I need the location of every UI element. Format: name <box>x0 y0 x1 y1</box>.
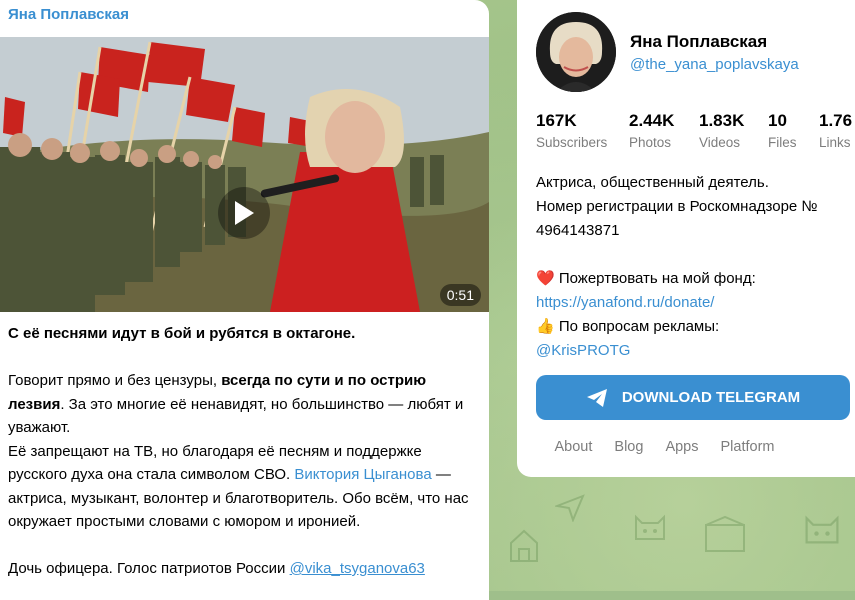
post-paragraph-3: Дочь офицера. Голос патриотов России @vi… <box>8 560 425 577</box>
post-video[interactable]: 0:51 <box>0 37 489 312</box>
footer-about-link[interactable]: About <box>555 439 593 455</box>
post-username-link[interactable]: @vika_tsyganova63 <box>290 560 425 577</box>
channel-post: Яна Поплавская 0:51 С её песнями идут в … <box>0 0 489 600</box>
avatar-portrait <box>536 12 616 92</box>
download-telegram-button[interactable]: DOWNLOAD TELEGRAM <box>536 375 850 420</box>
play-button[interactable] <box>218 187 270 239</box>
channel-handle-link[interactable]: @the_yana_poplavskaya <box>630 56 799 73</box>
post-text: С её песнями идут в бой и рубятся в окта… <box>8 322 478 581</box>
donate-link[interactable]: https://yanafond.ru/donate/ <box>536 294 714 311</box>
background-doodle-house-icon <box>510 529 538 562</box>
background-doodle-box-icon <box>705 515 745 552</box>
channel-description: Актриса, общественный деятель. Номер рег… <box>536 174 818 359</box>
channel-stats: 167K Subscribers 2.44K Photos 1.83K Vide… <box>536 111 855 150</box>
background-doodle-plane-icon <box>555 494 585 522</box>
stat-subscribers[interactable]: 167K Subscribers <box>536 111 629 150</box>
footer-platform-link[interactable]: Platform <box>721 439 775 455</box>
video-duration: 0:51 <box>439 284 481 306</box>
ads-contact-link[interactable]: @KrisPROTG <box>536 342 630 359</box>
footer-links: About Blog Apps Platform <box>517 439 855 455</box>
footer-apps-link[interactable]: Apps <box>665 439 698 455</box>
background-doodle-cat-icon <box>635 514 665 540</box>
heart-emoji-icon: ❤️ <box>536 270 555 287</box>
telegram-plane-icon <box>586 388 607 407</box>
post-headline: С её песнями идут в бой и рубятся в окта… <box>8 325 356 342</box>
stat-files[interactable]: 10 Files <box>768 111 819 150</box>
post-author-name[interactable]: Яна Поплавская <box>8 6 129 23</box>
channel-name: Яна Поплавская <box>630 32 768 51</box>
thumbs-up-emoji-icon: 👍 <box>536 318 555 335</box>
stat-videos[interactable]: 1.83K Videos <box>699 111 768 150</box>
post-paragraph-2: Её запрещают на ТВ, но благодаря её песн… <box>8 442 469 531</box>
video-thumbnail-scene <box>0 37 489 312</box>
post-mention-link[interactable]: Виктория Цыганова <box>294 466 431 483</box>
channel-info-card: Яна Поплавская @the_yana_poplavskaya 167… <box>517 0 855 477</box>
footer-blog-link[interactable]: Blog <box>614 439 643 455</box>
stat-links[interactable]: 1.76 Links <box>819 111 855 150</box>
play-icon <box>235 201 254 225</box>
background-doodle-cat2-icon <box>805 515 839 544</box>
channel-avatar[interactable] <box>536 12 616 92</box>
stat-photos[interactable]: 2.44K Photos <box>629 111 699 150</box>
post-paragraph-1: Говорит прямо и без цензуры, всегда по с… <box>8 372 464 436</box>
